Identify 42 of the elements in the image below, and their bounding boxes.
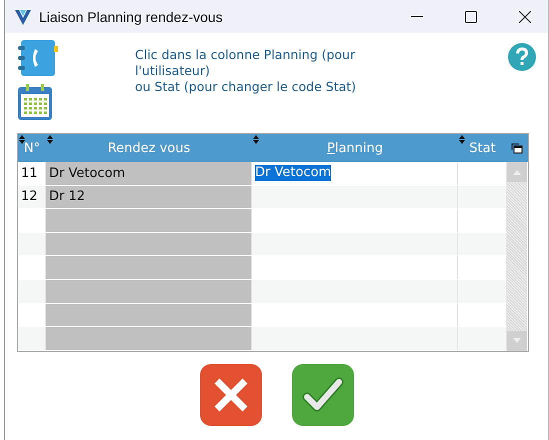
table-cell: Dr 12	[46, 186, 252, 210]
close-icon	[519, 10, 531, 22]
instruction-text: Clic dans la colonne Planning (pour	[135, 47, 356, 63]
cancel-button[interactable]	[200, 364, 262, 426]
help-icon[interactable]	[508, 43, 536, 71]
confirm-button[interactable]	[292, 364, 354, 426]
table-cell[interactable]: Dr Vetocom	[252, 162, 458, 186]
instruction-text: l'utilisateur)	[135, 63, 211, 79]
table-cell[interactable]	[458, 327, 507, 351]
calendar-icon	[17, 83, 53, 121]
table-cell[interactable]	[252, 327, 458, 351]
table-cell	[18, 280, 46, 304]
sort-icon[interactable]	[459, 135, 465, 144]
table-cell	[18, 232, 46, 256]
scroll-down-icon[interactable]	[513, 338, 521, 344]
scroll-up-icon[interactable]	[513, 170, 521, 174]
check-icon	[302, 376, 344, 413]
table-cell: Dr Vetocom	[46, 162, 252, 186]
instruction-text: ou Stat (pour changer le code Stat)	[135, 79, 358, 95]
phone-book-icon	[17, 39, 59, 77]
table-cell[interactable]	[252, 186, 458, 210]
close-icon	[212, 376, 248, 413]
sort-icon[interactable]	[19, 135, 25, 144]
table-cell[interactable]	[252, 280, 458, 304]
sort-icon[interactable]	[47, 135, 53, 144]
table-cell[interactable]	[458, 280, 507, 304]
scrollbar[interactable]	[507, 162, 527, 351]
column-header[interactable]: N°	[18, 134, 46, 162]
app-logo-icon	[15, 8, 31, 26]
minimize-icon	[411, 16, 423, 18]
table-menu-icon[interactable]	[511, 142, 523, 154]
table-cell: 12	[18, 186, 46, 210]
window-title: Liaison Planning rendez-vous	[39, 8, 224, 24]
table-cell	[18, 327, 46, 351]
column-header[interactable]: Rendez vous	[46, 134, 252, 162]
sort-icon[interactable]	[253, 135, 259, 144]
maximize-icon	[465, 10, 477, 22]
table-cell[interactable]	[458, 186, 507, 210]
table-cell[interactable]	[252, 232, 458, 256]
table-cell[interactable]	[458, 232, 507, 256]
column-header[interactable]: Stat	[458, 134, 507, 162]
column-header[interactable]: Planning	[252, 134, 458, 162]
